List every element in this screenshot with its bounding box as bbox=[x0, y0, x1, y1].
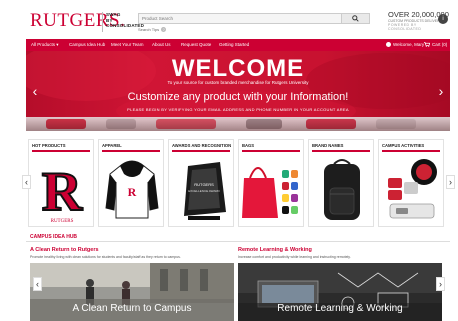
tote-bag-image bbox=[242, 167, 298, 218]
hub-card-clean-return[interactable]: A Clean Return to Rutgers Promote health… bbox=[30, 247, 234, 321]
main-nav: All Products ▾ Campus Idea Hub Meet Your… bbox=[26, 39, 450, 51]
rutgers-r-logo-image: R RUTGERS bbox=[41, 160, 84, 224]
hub-card-title[interactable]: Remote Learning & Working bbox=[238, 247, 312, 253]
hub-card-remote-learning[interactable]: Remote Learning & Working Increase comfo… bbox=[238, 247, 442, 321]
search-icon bbox=[352, 15, 359, 22]
hoodie-image: R bbox=[105, 160, 159, 219]
user-icon bbox=[386, 42, 391, 47]
campus-activities-image bbox=[388, 159, 437, 219]
hub-card-caption: A Clean Return to Campus bbox=[72, 303, 192, 314]
cart-link[interactable]: Cart (0) bbox=[424, 42, 447, 47]
hero-note: PLEASE BEGIN BY VERIFYING YOUR EMAIL ADD… bbox=[127, 107, 349, 112]
hub-prev-arrow[interactable]: ‹ bbox=[33, 277, 42, 291]
category-next-arrow[interactable]: › bbox=[446, 175, 455, 189]
help-icon: ? bbox=[161, 27, 167, 32]
hero-prev-arrow[interactable]: ‹ bbox=[30, 84, 40, 98]
nav-all-products[interactable]: All Products ▾ bbox=[31, 42, 59, 48]
info-icon: i bbox=[438, 14, 448, 24]
svg-text:R: R bbox=[128, 185, 137, 199]
hub-card-description: Increase comfort and productivity while … bbox=[238, 255, 351, 259]
category-hot-products[interactable]: HOT PRODUCTS R RUTGERS bbox=[28, 139, 94, 227]
category-prev-arrow[interactable]: ‹ bbox=[22, 175, 31, 189]
hub-card-image[interactable]: A Clean Return to Campus bbox=[30, 263, 234, 321]
nav-campus-idea-hub[interactable]: Campus Idea Hub bbox=[69, 42, 105, 47]
hub-card-title[interactable]: A Clean Return to Rutgers bbox=[30, 247, 99, 253]
svg-text:RUTGERS: RUTGERS bbox=[194, 182, 214, 187]
nav-about-us[interactable]: About Us bbox=[152, 42, 171, 47]
search-tips-link[interactable]: Search Tips? bbox=[138, 27, 167, 32]
cart-icon bbox=[424, 42, 430, 47]
hero-banner[interactable]: WELCOME To your source for custom brande… bbox=[26, 51, 450, 131]
account-link[interactable]: Welcome, Mary bbox=[386, 42, 424, 47]
category-carousel: HOT PRODUCTS R RUTGERS APPAREL R AWARDS … bbox=[22, 139, 455, 227]
search-box: Product Search bbox=[138, 13, 370, 24]
hub-next-arrow[interactable]: › bbox=[436, 277, 445, 291]
search-button[interactable] bbox=[341, 14, 369, 23]
hero-next-arrow[interactable]: › bbox=[436, 84, 446, 98]
svg-text:EXCELLENCE AWARD: EXCELLENCE AWARD bbox=[188, 189, 220, 193]
campus-idea-hub-heading: CAMPUS IDEA HUB bbox=[30, 234, 78, 240]
category-awards-and-recognition[interactable]: AWARDS AND RECOGNITION RUTGERS EXCELLENC… bbox=[168, 139, 234, 227]
hub-divider bbox=[26, 241, 450, 242]
logo-divider bbox=[102, 12, 103, 32]
search-input[interactable]: Product Search bbox=[142, 16, 173, 21]
category-bags[interactable]: BAGS bbox=[238, 139, 304, 227]
hub-card-image[interactable]: Remote Learning & Working bbox=[238, 263, 442, 321]
svg-text:RUTGERS: RUTGERS bbox=[51, 219, 74, 224]
hub-card-description: Promote healthy living with clean soluti… bbox=[30, 255, 181, 259]
hero-subtitle: To your source for custom branded mercha… bbox=[167, 80, 309, 85]
hero-headline: Customize any product with your Informat… bbox=[127, 91, 349, 103]
hub-card-caption: Remote Learning & Working bbox=[277, 303, 403, 314]
category-campus-activities[interactable]: CAMPUS ACTIVITIES bbox=[378, 139, 444, 227]
category-apparel[interactable]: APPAREL R bbox=[98, 139, 164, 227]
backpack-image bbox=[324, 159, 360, 220]
nav-request-quote[interactable]: Request Quote bbox=[181, 42, 211, 47]
hero-title: WELCOME bbox=[171, 55, 305, 82]
promo-counter: OVER 20,000,000 CUSTOM PRODUCTS DELIVERE… bbox=[388, 11, 450, 32]
site-header: RUTGERS. SWAG BY CONSOLIDATED Product Se… bbox=[0, 0, 458, 38]
crystal-award-image: RUTGERS EXCELLENCE AWARD bbox=[184, 162, 226, 220]
promo-powered-by: POWERED BY CONSOLIDATED bbox=[388, 23, 422, 31]
category-brand-names[interactable]: BRAND NAMES bbox=[308, 139, 374, 227]
nav-getting-started[interactable]: Getting Started bbox=[219, 42, 249, 47]
svg-text:R: R bbox=[42, 161, 83, 223]
nav-meet-your-team[interactable]: Meet Your Team bbox=[111, 42, 143, 47]
